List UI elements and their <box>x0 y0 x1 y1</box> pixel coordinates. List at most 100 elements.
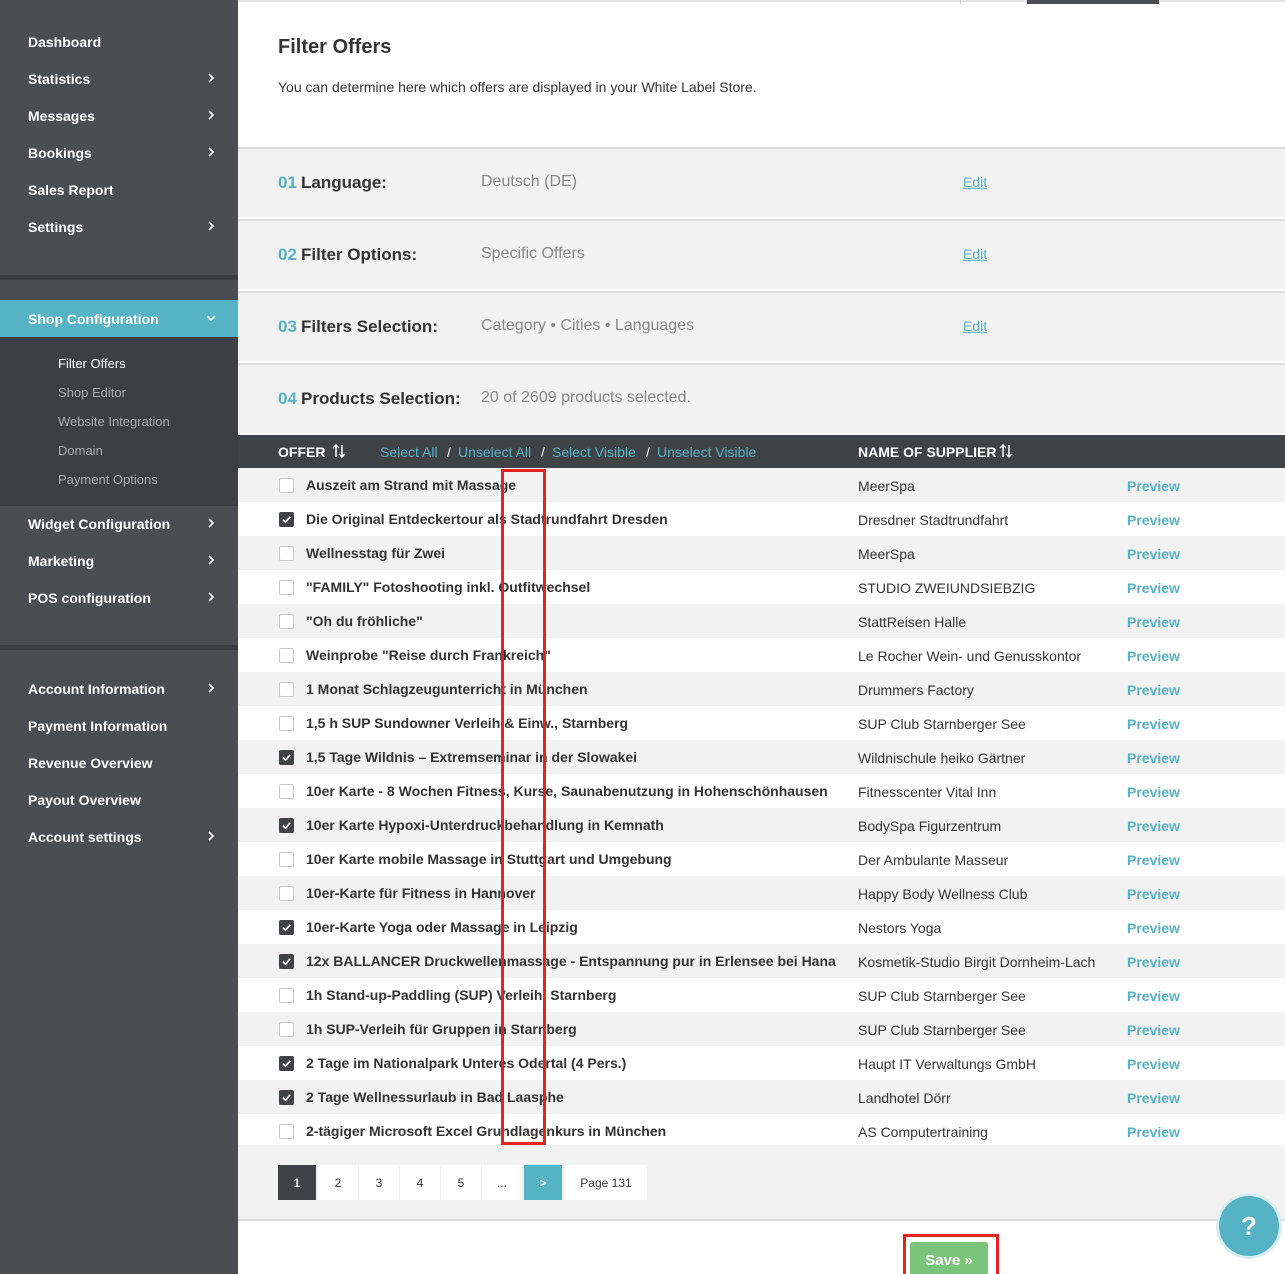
col-offer: OFFER <box>278 444 326 460</box>
offer-checkbox[interactable] <box>279 580 294 595</box>
preview-link[interactable]: Preview <box>1127 1124 1180 1140</box>
sidebar-item[interactable]: Account Information <box>0 670 238 707</box>
page-button[interactable]: ... <box>482 1165 522 1200</box>
page-button[interactable]: 4 <box>400 1165 440 1200</box>
chevron-right-icon <box>208 831 215 841</box>
supplier-name: Haupt IT Verwaltungs GmbH <box>858 1056 1036 1072</box>
page-title: Filter Offers <box>278 36 392 58</box>
sidebar-item[interactable]: Sales Report <box>0 171 238 208</box>
step-value: Category • Cities • Languages <box>481 317 695 334</box>
preview-link[interactable]: Preview <box>1127 784 1180 800</box>
offer-checkbox[interactable] <box>279 1124 294 1139</box>
preview-link[interactable]: Preview <box>1127 750 1180 766</box>
offer-checkbox[interactable] <box>279 784 294 799</box>
sidebar-item[interactable]: Account settings <box>0 818 238 855</box>
preview-link[interactable]: Preview <box>1127 954 1180 970</box>
offer-checkbox[interactable] <box>279 852 294 867</box>
select-all-link[interactable]: Select All <box>380 444 438 460</box>
offer-checkbox[interactable] <box>279 614 294 629</box>
submenu-item[interactable]: Website Integration <box>58 407 170 436</box>
preview-link[interactable]: Preview <box>1127 852 1180 868</box>
sidebar-divider <box>0 645 238 650</box>
chevron-right-icon <box>208 592 215 602</box>
preview-link[interactable]: Preview <box>1127 886 1180 902</box>
check-icon <box>282 516 291 524</box>
unselect-visible-link[interactable]: Unselect Visible <box>657 444 756 460</box>
sidebar-item[interactable]: POS configuration <box>0 579 238 616</box>
unselect-all-link[interactable]: Unselect All <box>458 444 531 460</box>
preview-link[interactable]: Preview <box>1127 614 1180 630</box>
offer-checkbox[interactable] <box>279 716 294 731</box>
sidebar-item[interactable]: Settings <box>0 208 238 245</box>
sidebar-item[interactable]: Widget Configuration <box>0 505 238 542</box>
offer-checkbox[interactable] <box>279 988 294 1003</box>
offer-name: 10er Karte Hypoxi-Unterdruckbehandlung i… <box>306 817 664 833</box>
offer-checkbox[interactable] <box>279 954 294 969</box>
submenu-item[interactable]: Payment Options <box>58 465 158 494</box>
sort-supplier-icon[interactable] <box>998 443 1014 459</box>
sidebar-item-label: Dashboard <box>28 33 102 50</box>
edit-link[interactable]: Edit <box>963 318 987 334</box>
sidebar-item[interactable]: Revenue Overview <box>0 744 238 781</box>
supplier-name: Drummers Factory <box>858 682 974 698</box>
sidebar-item[interactable]: Shop Configuration <box>0 300 238 337</box>
preview-link[interactable]: Preview <box>1127 988 1180 1004</box>
preview-link[interactable]: Preview <box>1127 682 1180 698</box>
step-label: Language: <box>301 173 387 192</box>
page-description: You can determine here which offers are … <box>278 79 757 95</box>
supplier-name: SUP Club Starnberger See <box>858 716 1026 732</box>
preview-link[interactable]: Preview <box>1127 920 1180 936</box>
sidebar-item[interactable]: Dashboard <box>0 23 238 60</box>
offer-name: "Oh du fröhliche" <box>306 613 423 629</box>
sidebar: Dashboard Statistics Messages Bookings Sales… <box>0 0 238 1274</box>
preview-link[interactable]: Preview <box>1127 818 1180 834</box>
offer-checkbox[interactable] <box>279 886 294 901</box>
submenu-item[interactable]: Filter Offers <box>58 349 126 378</box>
preview-link[interactable]: Preview <box>1127 546 1180 562</box>
page-button[interactable]: 5 <box>441 1165 481 1200</box>
preview-link[interactable]: Preview <box>1127 1090 1180 1106</box>
offer-checkbox[interactable] <box>279 648 294 663</box>
offer-name: 1h Stand-up-Paddling (SUP) Verleih, Star… <box>306 987 617 1003</box>
help-button[interactable]: ? <box>1219 1196 1279 1256</box>
offer-checkbox[interactable] <box>279 818 294 833</box>
table-row: Auszeit am Strand mit Massage MeerSpa Prev… <box>238 468 1285 502</box>
select-visible-link[interactable]: Select Visible <box>552 444 636 460</box>
submenu-item[interactable]: Domain <box>58 436 103 465</box>
offer-checkbox[interactable] <box>279 478 294 493</box>
preview-link[interactable]: Preview <box>1127 580 1180 596</box>
next-page-button[interactable]: > <box>524 1165 562 1200</box>
check-icon <box>282 1060 291 1068</box>
offer-checkbox[interactable] <box>279 1090 294 1105</box>
edit-link[interactable]: Edit <box>963 246 987 262</box>
sidebar-item[interactable]: Messages <box>0 97 238 134</box>
page-button[interactable]: 1 <box>278 1165 316 1200</box>
offer-checkbox[interactable] <box>279 1022 294 1037</box>
preview-link[interactable]: Preview <box>1127 716 1180 732</box>
supplier-name: BodySpa Figurzentrum <box>858 818 1002 834</box>
sidebar-item-label: Payment Information <box>28 717 168 734</box>
preview-link[interactable]: Preview <box>1127 478 1180 494</box>
page-button[interactable]: 3 <box>359 1165 399 1200</box>
sidebar-item[interactable]: Marketing <box>0 542 238 579</box>
edit-link[interactable]: Edit <box>963 174 987 190</box>
offer-checkbox[interactable] <box>279 512 294 527</box>
sidebar-item[interactable]: Statistics <box>0 60 238 97</box>
sidebar-item[interactable]: Payout Overview <box>0 781 238 818</box>
page-button[interactable]: 2 <box>318 1165 358 1200</box>
table-row: Weinprobe "Reise durch Frankreich" Le Roc… <box>238 638 1285 672</box>
offer-checkbox[interactable] <box>279 750 294 765</box>
offer-checkbox[interactable] <box>279 920 294 935</box>
offer-checkbox[interactable] <box>279 1056 294 1071</box>
sidebar-item[interactable]: Payment Information <box>0 707 238 744</box>
sort-offer-icon[interactable] <box>331 443 347 459</box>
preview-link[interactable]: Preview <box>1127 1022 1180 1038</box>
sidebar-item[interactable]: Bookings <box>0 134 238 171</box>
step-row: 04 Products Selection: 20 of 2609 products… <box>238 363 1285 433</box>
submenu-item[interactable]: Shop Editor <box>58 378 126 407</box>
preview-link[interactable]: Preview <box>1127 1056 1180 1072</box>
preview-link[interactable]: Preview <box>1127 512 1180 528</box>
offer-checkbox[interactable] <box>279 546 294 561</box>
offer-checkbox[interactable] <box>279 682 294 697</box>
preview-link[interactable]: Preview <box>1127 648 1180 664</box>
